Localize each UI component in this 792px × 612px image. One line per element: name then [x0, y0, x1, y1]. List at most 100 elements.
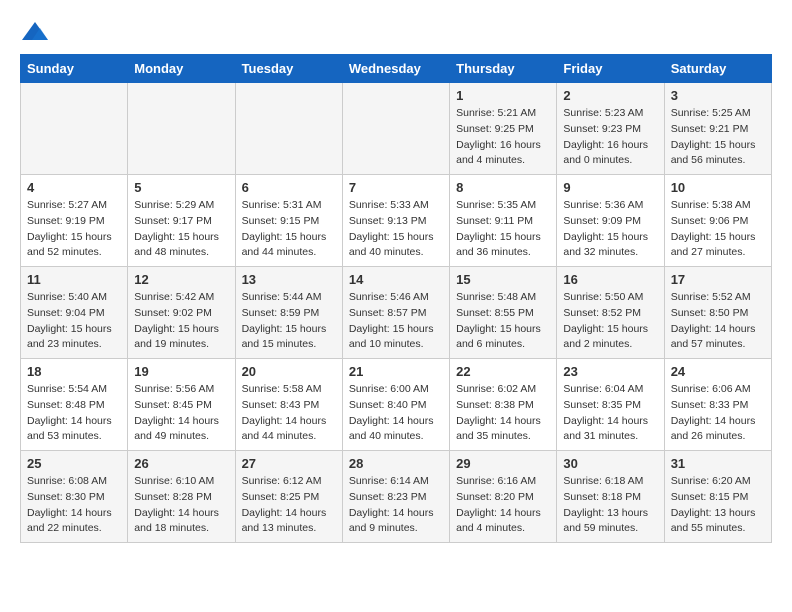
calendar-cell: 22 Sunrise: 6:02 AMSunset: 8:38 PMDayligh… — [450, 359, 557, 451]
week-row-2: 4Sunrise: 5:27 AMSunset: 9:19 PMDaylight… — [21, 175, 772, 267]
day-info: Sunrise: 5:44 AMSunset: 8:59 PMDaylight:… — [242, 290, 336, 353]
calendar-cell: 11 Sunrise: 5:40 AMSunset: 9:04 PMDayligh… — [21, 267, 128, 359]
calendar-cell: 20 Sunrise: 5:58 AMSunset: 8:43 PMDayligh… — [235, 359, 342, 451]
day-info: Sunrise: 6:08 AMSunset: 8:30 PMDaylight:… — [27, 474, 121, 537]
calendar-cell: 28 Sunrise: 6:14 AMSunset: 8:23 PMDayligh… — [342, 451, 449, 543]
calendar-cell: 13 Sunrise: 5:44 AMSunset: 8:59 PMDayligh… — [235, 267, 342, 359]
calendar-cell: 1 Sunrise: 5:21 AMSunset: 9:25 PMDaylight… — [450, 83, 557, 175]
day-number: 7 — [349, 180, 443, 195]
calendar-cell: 2Sunrise: 5:23 AMSunset: 9:23 PMDaylight… — [557, 83, 664, 175]
calendar-cell: 19Sunrise: 5:56 AMSunset: 8:45 PMDayligh… — [128, 359, 235, 451]
day-info: Sunrise: 5:29 AMSunset: 9:17 PMDaylight:… — [134, 198, 228, 261]
day-number: 14 — [349, 272, 443, 287]
day-number: 2 — [563, 88, 657, 103]
day-info: Sunrise: 5:36 AMSunset: 9:09 PMDaylight:… — [563, 198, 657, 261]
day-number: 31 — [671, 456, 765, 471]
header-row: SundayMondayTuesdayWednesdayThursdayFrid… — [21, 55, 772, 83]
calendar-cell: 24 Sunrise: 6:06 AMSunset: 8:33 PMDayligh… — [664, 359, 771, 451]
calendar-cell: 5 Sunrise: 5:29 AMSunset: 9:17 PMDaylight… — [128, 175, 235, 267]
day-number: 17 — [671, 272, 765, 287]
day-info: Sunrise: 5:48 AMSunset: 8:55 PMDaylight:… — [456, 290, 550, 353]
day-info: Sunrise: 5:42 AMSunset: 9:02 PMDaylight:… — [134, 290, 228, 353]
day-number: 12 — [134, 272, 228, 287]
day-number: 9 — [563, 180, 657, 195]
day-number: 13 — [242, 272, 336, 287]
day-info: Sunrise: 5:40 AMSunset: 9:04 PMDaylight:… — [27, 290, 121, 353]
day-number: 11 — [27, 272, 121, 287]
day-number: 10 — [671, 180, 765, 195]
day-number: 16 — [563, 272, 657, 287]
calendar-cell: 30 Sunrise: 6:18 AMSunset: 8:18 PMDayligh… — [557, 451, 664, 543]
day-info: Sunrise: 5:31 AMSunset: 9:15 PMDaylight:… — [242, 198, 336, 261]
calendar-cell: 15 Sunrise: 5:48 AMSunset: 8:55 PMDayligh… — [450, 267, 557, 359]
day-info: Sunrise: 6:14 AMSunset: 8:23 PMDaylight:… — [349, 474, 443, 537]
day-info: Sunrise: 5:58 AMSunset: 8:43 PMDaylight:… — [242, 382, 336, 445]
day-info: Sunrise: 5:56 AMSunset: 8:45 PMDaylight:… — [134, 382, 228, 445]
day-number: 26 — [134, 456, 228, 471]
day-number: 4 — [27, 180, 121, 195]
header-day-wednesday: Wednesday — [342, 55, 449, 83]
calendar-cell: 25Sunrise: 6:08 AMSunset: 8:30 PMDayligh… — [21, 451, 128, 543]
calendar-cell — [342, 83, 449, 175]
day-info: Sunrise: 6:06 AMSunset: 8:33 PMDaylight:… — [671, 382, 765, 445]
day-number: 20 — [242, 364, 336, 379]
calendar-cell: 16Sunrise: 5:50 AMSunset: 8:52 PMDayligh… — [557, 267, 664, 359]
day-info: Sunrise: 5:21 AMSunset: 9:25 PMDaylight:… — [456, 106, 550, 169]
day-number: 29 — [456, 456, 550, 471]
logo-icon — [20, 20, 50, 44]
page-header — [20, 20, 772, 44]
calendar-cell: 6 Sunrise: 5:31 AMSunset: 9:15 PMDaylight… — [235, 175, 342, 267]
day-number: 24 — [671, 364, 765, 379]
header-day-saturday: Saturday — [664, 55, 771, 83]
calendar-cell: 17 Sunrise: 5:52 AMSunset: 8:50 PMDayligh… — [664, 267, 771, 359]
day-info: Sunrise: 6:12 AMSunset: 8:25 PMDaylight:… — [242, 474, 336, 537]
calendar-table: SundayMondayTuesdayWednesdayThursdayFrid… — [20, 54, 772, 543]
day-info: Sunrise: 6:04 AMSunset: 8:35 PMDaylight:… — [563, 382, 657, 445]
calendar-cell: 10 Sunrise: 5:38 AMSunset: 9:06 PMDayligh… — [664, 175, 771, 267]
header-day-sunday: Sunday — [21, 55, 128, 83]
calendar-cell — [128, 83, 235, 175]
day-info: Sunrise: 5:33 AMSunset: 9:13 PMDaylight:… — [349, 198, 443, 261]
day-number: 22 — [456, 364, 550, 379]
day-number: 3 — [671, 88, 765, 103]
calendar-cell: 8 Sunrise: 5:35 AMSunset: 9:11 PMDaylight… — [450, 175, 557, 267]
day-info: Sunrise: 5:35 AMSunset: 9:11 PMDaylight:… — [456, 198, 550, 261]
day-number: 27 — [242, 456, 336, 471]
calendar-cell: 27 Sunrise: 6:12 AMSunset: 8:25 PMDayligh… — [235, 451, 342, 543]
day-info: Sunrise: 5:52 AMSunset: 8:50 PMDaylight:… — [671, 290, 765, 353]
calendar-cell: 21Sunrise: 6:00 AMSunset: 8:40 PMDayligh… — [342, 359, 449, 451]
calendar-cell: 18 Sunrise: 5:54 AMSunset: 8:48 PMDayligh… — [21, 359, 128, 451]
calendar-cell: 4Sunrise: 5:27 AMSunset: 9:19 PMDaylight… — [21, 175, 128, 267]
header-day-friday: Friday — [557, 55, 664, 83]
calendar-cell: 9 Sunrise: 5:36 AMSunset: 9:09 PMDaylight… — [557, 175, 664, 267]
day-number: 18 — [27, 364, 121, 379]
calendar-cell — [235, 83, 342, 175]
calendar-cell: 12 Sunrise: 5:42 AMSunset: 9:02 PMDayligh… — [128, 267, 235, 359]
week-row-5: 25Sunrise: 6:08 AMSunset: 8:30 PMDayligh… — [21, 451, 772, 543]
day-info: Sunrise: 6:10 AMSunset: 8:28 PMDaylight:… — [134, 474, 228, 537]
day-number: 15 — [456, 272, 550, 287]
day-number: 23 — [563, 364, 657, 379]
day-info: Sunrise: 5:38 AMSunset: 9:06 PMDaylight:… — [671, 198, 765, 261]
day-info: Sunrise: 6:20 AMSunset: 8:15 PMDaylight:… — [671, 474, 765, 537]
calendar-cell: 31 Sunrise: 6:20 AMSunset: 8:15 PMDayligh… — [664, 451, 771, 543]
calendar-cell: 23 Sunrise: 6:04 AMSunset: 8:35 PMDayligh… — [557, 359, 664, 451]
day-info: Sunrise: 5:54 AMSunset: 8:48 PMDaylight:… — [27, 382, 121, 445]
header-day-monday: Monday — [128, 55, 235, 83]
calendar-cell: 3 Sunrise: 5:25 AMSunset: 9:21 PMDaylight… — [664, 83, 771, 175]
day-number: 5 — [134, 180, 228, 195]
day-number: 28 — [349, 456, 443, 471]
calendar-cell: 14Sunrise: 5:46 AMSunset: 8:57 PMDayligh… — [342, 267, 449, 359]
day-number: 8 — [456, 180, 550, 195]
day-info: Sunrise: 5:25 AMSunset: 9:21 PMDaylight:… — [671, 106, 765, 169]
week-row-1: 1 Sunrise: 5:21 AMSunset: 9:25 PMDaylight… — [21, 83, 772, 175]
calendar-cell: 7 Sunrise: 5:33 AMSunset: 9:13 PMDaylight… — [342, 175, 449, 267]
day-info: Sunrise: 6:02 AMSunset: 8:38 PMDaylight:… — [456, 382, 550, 445]
week-row-3: 11 Sunrise: 5:40 AMSunset: 9:04 PMDayligh… — [21, 267, 772, 359]
day-number: 6 — [242, 180, 336, 195]
day-number: 30 — [563, 456, 657, 471]
calendar-cell: 26 Sunrise: 6:10 AMSunset: 8:28 PMDayligh… — [128, 451, 235, 543]
day-info: Sunrise: 6:16 AMSunset: 8:20 PMDaylight:… — [456, 474, 550, 537]
day-number: 1 — [456, 88, 550, 103]
day-info: Sunrise: 6:18 AMSunset: 8:18 PMDaylight:… — [563, 474, 657, 537]
